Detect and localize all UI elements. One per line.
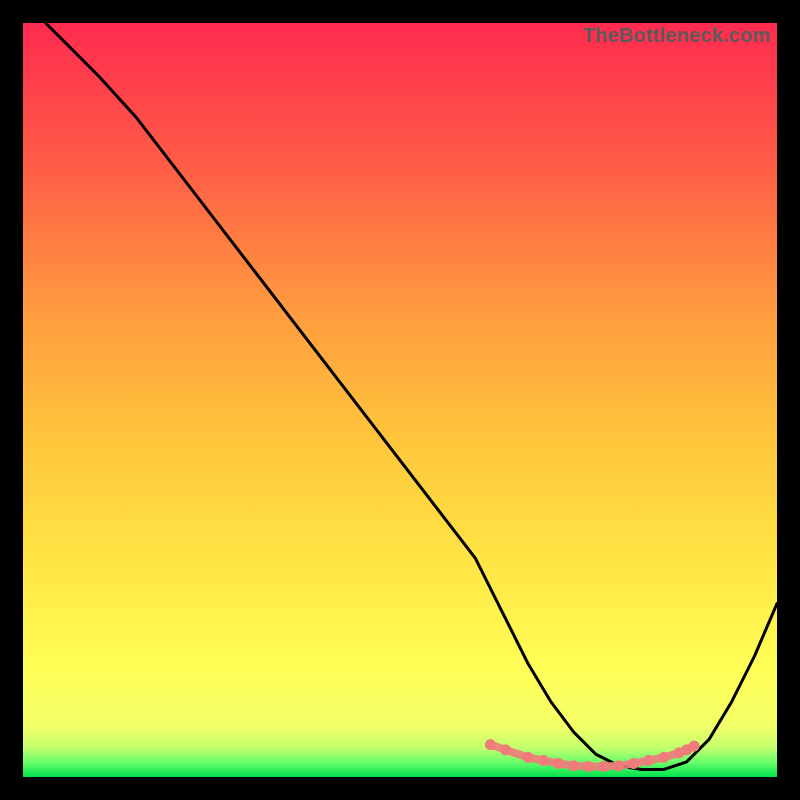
watermark-text: TheBottleneck.com bbox=[583, 25, 771, 48]
highlight-dot bbox=[553, 758, 564, 769]
highlight-dot bbox=[583, 761, 594, 772]
highlight-dot bbox=[485, 739, 496, 750]
highlight-dot bbox=[523, 752, 534, 763]
highlight-dot bbox=[500, 744, 511, 755]
highlight-dot bbox=[643, 755, 654, 766]
highlight-dot bbox=[568, 760, 579, 771]
highlight-dot bbox=[613, 760, 624, 771]
highlight-dot bbox=[689, 741, 700, 752]
chart-frame: TheBottleneck.com bbox=[23, 23, 777, 777]
highlight-dot bbox=[598, 761, 609, 772]
highlight-dot bbox=[538, 755, 549, 766]
highlight-dot bbox=[628, 758, 639, 769]
bottleneck-chart bbox=[23, 23, 777, 777]
gradient-background bbox=[23, 23, 777, 777]
highlight-dot bbox=[658, 752, 669, 763]
